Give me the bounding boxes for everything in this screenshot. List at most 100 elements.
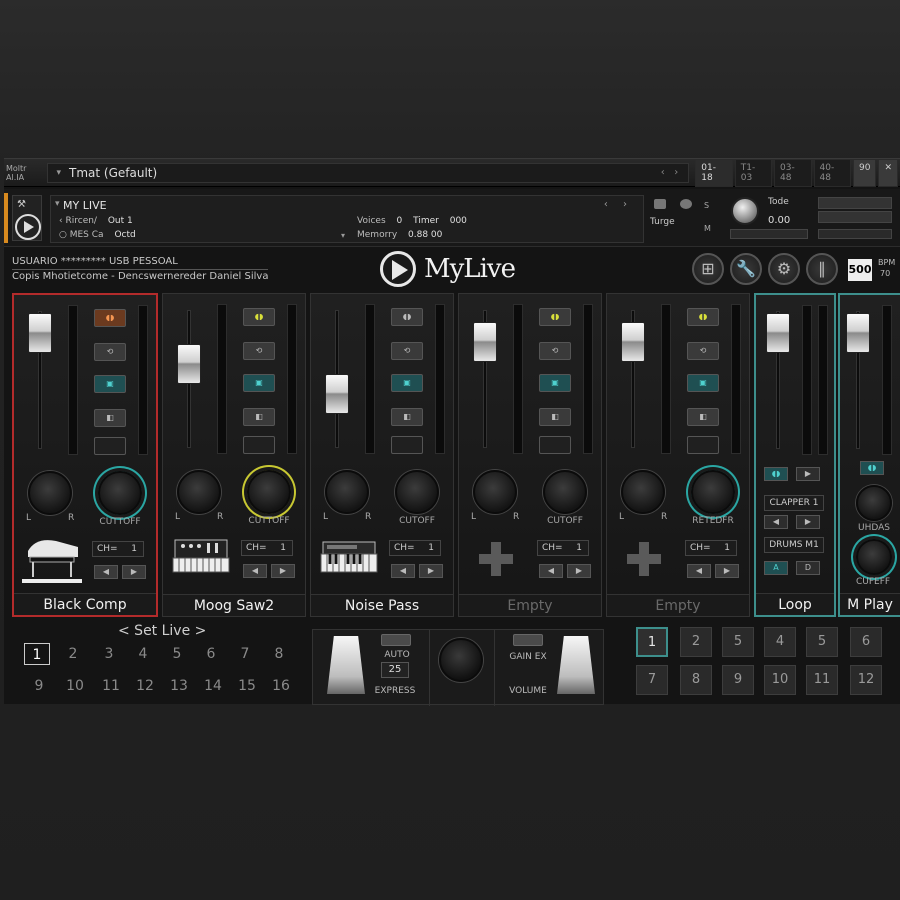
play-button[interactable]: ▶	[796, 467, 820, 481]
volume-slider[interactable]	[818, 229, 892, 239]
channel-prev-button[interactable]: ◀	[94, 565, 118, 579]
set-live-5[interactable]: 5	[164, 643, 190, 665]
pad-4[interactable]: 4	[764, 627, 796, 657]
fx-slot[interactable]	[94, 437, 126, 455]
channel-next-button[interactable]: ▶	[567, 564, 591, 578]
loop-slot-2[interactable]: DRUMS M1	[764, 537, 824, 553]
cutoff-knob[interactable]	[543, 470, 587, 514]
camera-icon[interactable]	[654, 199, 666, 209]
expression-knob[interactable]	[439, 638, 483, 682]
range-tab-5[interactable]: 90	[853, 158, 877, 187]
expression-pedal[interactable]	[327, 636, 365, 694]
pan-slider[interactable]	[730, 229, 808, 239]
solo-button[interactable]: ▣	[94, 375, 126, 393]
channel-strip-3[interactable]: ◖◗ ⟲ ▣ ◧ L R CUTOFF CH= 1 ◀ ▶ Noise Pass	[310, 293, 454, 617]
set-live-title[interactable]: < Set Live >	[118, 623, 206, 639]
channel-prev-button[interactable]: ◀	[687, 564, 711, 578]
preset-nav-icon[interactable]: ‹ ›	[661, 167, 679, 178]
instrument-logo[interactable]: ⚒	[12, 195, 42, 241]
pad-7[interactable]: 7	[636, 665, 668, 695]
cutoff-knob[interactable]	[98, 471, 142, 515]
mute-button[interactable]: ◧	[243, 408, 275, 426]
instrument-nav-icon[interactable]: ‹ ›	[604, 199, 633, 210]
set-live-8[interactable]: 8	[266, 643, 292, 665]
pad-10[interactable]: 10	[764, 665, 796, 695]
volume-fader[interactable]	[473, 322, 497, 362]
record-button[interactable]: ◖◗	[687, 308, 719, 326]
channel-selector[interactable]: CH= 1	[241, 540, 293, 556]
channel-next-button[interactable]: ▶	[715, 564, 739, 578]
range-tab-3[interactable]: 03-48	[774, 158, 812, 187]
set-live-1[interactable]: 1	[24, 643, 50, 665]
chevron-down-icon[interactable]: ▾	[55, 199, 60, 209]
grid-icon[interactable]: ⊞	[692, 253, 724, 285]
solo-button[interactable]: ▣	[687, 374, 719, 392]
volume-fader[interactable]	[846, 313, 870, 353]
volume-fader[interactable]	[177, 344, 201, 384]
channel-prev-button[interactable]: ◀	[243, 564, 267, 578]
uhdas-knob[interactable]	[856, 485, 892, 521]
set-live-11[interactable]: 11	[98, 675, 124, 697]
record-button[interactable]: ◖◗	[391, 308, 423, 326]
loop-button[interactable]: ⟲	[687, 342, 719, 360]
fx-slot[interactable]	[539, 436, 571, 454]
solo-button[interactable]: S	[704, 201, 722, 210]
mute-button[interactable]: ◧	[687, 408, 719, 426]
set-live-9[interactable]: 9	[26, 675, 52, 697]
pan-knob[interactable]	[621, 470, 665, 514]
strip-name[interactable]: Loop	[756, 593, 834, 615]
midi-row[interactable]: ○ MES Ca Octd	[59, 230, 136, 240]
set-live-2[interactable]: 2	[60, 643, 86, 665]
strip-name[interactable]: Empty	[459, 594, 601, 616]
volume-pedal[interactable]	[557, 636, 595, 694]
volume-fader[interactable]	[621, 322, 645, 362]
strip-name[interactable]: Moog Saw2	[163, 594, 305, 616]
bars-icon[interactable]: ∥	[806, 253, 838, 285]
loop-button[interactable]: ⟲	[94, 343, 126, 361]
loop-a-button[interactable]: A	[764, 561, 788, 575]
wrench-icon[interactable]: 🔧	[730, 253, 762, 285]
pan-knob[interactable]	[177, 470, 221, 514]
auto-value[interactable]: 25	[381, 662, 409, 678]
channel-selector[interactable]: CH= 1	[389, 540, 441, 556]
range-tab-4[interactable]: 40-48	[813, 158, 851, 187]
close-icon[interactable]: ✕	[878, 158, 898, 187]
pan-knob[interactable]	[473, 470, 517, 514]
pad-2[interactable]: 2	[680, 627, 712, 657]
solo-button[interactable]: ▣	[391, 374, 423, 392]
mute-button[interactable]: ◧	[94, 409, 126, 427]
loop-next-button[interactable]: ▶	[796, 515, 820, 529]
set-live-10[interactable]: 10	[62, 675, 88, 697]
loop-button[interactable]: ⟲	[243, 342, 275, 360]
mute-button[interactable]: ◧	[539, 408, 571, 426]
loop-button[interactable]: ⟲	[539, 342, 571, 360]
pad-3[interactable]: 5	[722, 627, 754, 657]
pan-knob[interactable]	[325, 470, 369, 514]
cutoff-knob[interactable]	[395, 470, 439, 514]
wrench-icon[interactable]: ⚒	[17, 199, 26, 210]
pad-8[interactable]: 8	[680, 665, 712, 695]
record-button[interactable]: ◖◗	[94, 309, 126, 327]
record-button[interactable]: ◖◗	[539, 308, 571, 326]
range-tab-2[interactable]: T1-03	[734, 158, 773, 187]
channel-selector[interactable]: CH= 1	[92, 541, 144, 557]
pad-5[interactable]: 5	[806, 627, 838, 657]
gain-button[interactable]	[513, 634, 543, 646]
channel-strip-loop[interactable]: ◖◗ ▶ CLAPPER 1 ◀ ▶ DRUMS M1 A D Loop	[754, 293, 836, 617]
set-live-14[interactable]: 14	[200, 675, 226, 697]
strip-name[interactable]: M Play	[840, 593, 900, 615]
strip-name[interactable]: Black Comp	[14, 593, 156, 615]
fx-slot[interactable]	[243, 436, 275, 454]
set-live-13[interactable]: 13	[166, 675, 192, 697]
pad-12[interactable]: 12	[850, 665, 882, 695]
loop-slot-1[interactable]: CLAPPER 1	[764, 495, 824, 511]
solo-button[interactable]: ▣	[243, 374, 275, 392]
set-live-16[interactable]: 16	[268, 675, 294, 697]
gear-icon[interactable]: ⚙	[768, 253, 800, 285]
tune-side-label[interactable]: Turge	[650, 217, 675, 227]
preset-selector[interactable]: ▾ Tmat (Gefault) ‹ ›	[47, 162, 690, 183]
channel-prev-button[interactable]: ◀	[391, 564, 415, 578]
record-button[interactable]: ◖◗	[860, 461, 884, 475]
set-live-3[interactable]: 3	[96, 643, 122, 665]
pad-6[interactable]: 6	[850, 627, 882, 657]
